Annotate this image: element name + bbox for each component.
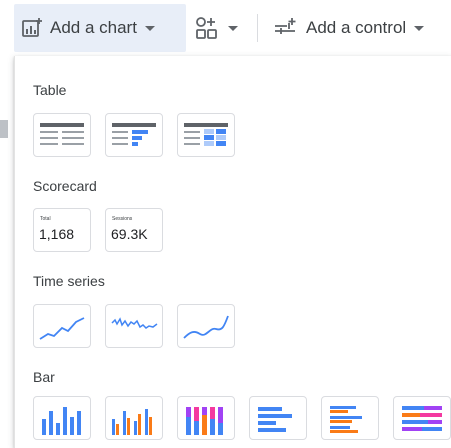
smoothed-line-icon <box>183 315 229 339</box>
table-icon <box>40 123 84 145</box>
chart-option-scorecard-compact[interactable]: Sessions 69.3K <box>105 208 163 252</box>
shapes-plus-icon <box>194 15 220 41</box>
chart-plus-icon <box>20 16 44 40</box>
table-bars-icon <box>112 123 156 146</box>
chart-option-smoothed-time-series[interactable] <box>177 304 235 348</box>
stacked-bar-icon <box>402 406 442 431</box>
chart-option-table[interactable] <box>33 113 91 157</box>
sparkline-icon <box>111 317 158 329</box>
chart-option-table-with-bars[interactable] <box>105 113 163 157</box>
chart-option-sparkline[interactable] <box>105 304 163 348</box>
grouped-column-icon <box>112 409 152 435</box>
scorecard-caption: Total <box>40 216 51 222</box>
add-chart-button[interactable]: Add a chart <box>14 4 186 52</box>
stacked-column-icon <box>186 407 223 435</box>
chart-option-grouped-column[interactable] <box>105 396 163 440</box>
table-heatmap-icon <box>184 123 228 146</box>
canvas-edge <box>0 120 8 138</box>
toolbar: Add a chart Add a control <box>0 0 451 56</box>
toolbar-divider <box>257 14 258 42</box>
section-title-scorecard: Scorecard <box>33 178 97 194</box>
add-chart-label: Add a chart <box>50 18 137 37</box>
chart-option-table-heatmap[interactable] <box>177 113 235 157</box>
chart-option-grouped-bar[interactable] <box>321 396 379 440</box>
chevron-down-icon <box>228 25 238 31</box>
sliders-plus-icon <box>272 16 298 40</box>
scorecard-value: 1,168 <box>39 226 75 242</box>
community-visualizations-button[interactable] <box>190 4 246 52</box>
chart-option-stacked-column[interactable] <box>177 396 235 440</box>
chart-option-bar[interactable] <box>249 396 307 440</box>
scorecard-caption: Sessions <box>112 216 133 222</box>
section-title-time-series: Time series <box>33 273 105 289</box>
chart-option-scorecard[interactable]: Total 1,168 <box>33 208 91 252</box>
section-title-table: Table <box>33 82 67 98</box>
add-chart-dropdown: Table Scorecard Total 1,168 Sessions 69.… <box>14 56 451 448</box>
chevron-down-icon <box>144 25 155 31</box>
scorecard-value: 69.3K <box>111 226 148 242</box>
add-control-label: Add a control <box>306 18 407 37</box>
column-chart-icon <box>42 407 81 435</box>
chart-option-time-series[interactable] <box>33 304 91 348</box>
section-title-bar: Bar <box>33 369 55 385</box>
add-control-button[interactable]: Add a control <box>268 4 448 52</box>
bar-chart-icon <box>258 407 292 432</box>
time-series-icon <box>39 317 85 340</box>
chart-option-column[interactable] <box>33 396 91 440</box>
chart-option-stacked-bar[interactable] <box>393 396 451 440</box>
chevron-down-icon <box>414 25 425 31</box>
grouped-bar-icon <box>330 406 362 433</box>
